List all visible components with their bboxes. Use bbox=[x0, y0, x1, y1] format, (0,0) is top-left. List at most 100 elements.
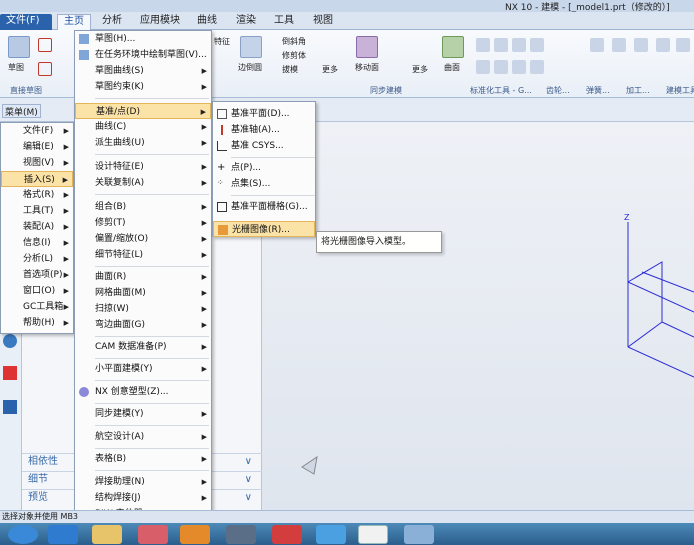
main-menu-item-view[interactable]: 视图(V) ▶ bbox=[1, 155, 73, 171]
insert-sketch[interactable]: 草图(H)... bbox=[75, 31, 211, 47]
paint-icon[interactable] bbox=[404, 525, 434, 544]
main-menu-item-tools[interactable]: 工具(T) ▶ bbox=[1, 203, 73, 219]
tab-curve[interactable]: 曲线 bbox=[191, 14, 223, 30]
surface-icon[interactable] bbox=[442, 36, 464, 58]
insert-surface[interactable]: 曲面(R) ▶ bbox=[75, 269, 211, 285]
edge-blend-icon[interactable] bbox=[240, 36, 262, 58]
rectangle-icon[interactable] bbox=[38, 62, 52, 76]
tab-home[interactable]: 主页 bbox=[57, 14, 91, 30]
tab-file[interactable]: 文件(F) bbox=[0, 14, 52, 30]
menu-separator bbox=[95, 425, 209, 426]
tool-icon-12[interactable] bbox=[656, 38, 670, 52]
tab-analysis[interactable]: 分析 bbox=[96, 14, 128, 30]
main-menu-item-assembly[interactable]: 装配(A) ▶ bbox=[1, 219, 73, 235]
tool-icon-11[interactable] bbox=[634, 38, 648, 52]
point-set-icon: ⁘ bbox=[217, 178, 224, 187]
nx-app-icon[interactable] bbox=[358, 525, 388, 544]
more-label-2[interactable]: 更多 bbox=[412, 64, 428, 75]
insert-design-feature[interactable]: 设计特征(E) ▶ bbox=[75, 159, 211, 175]
menu-button[interactable]: 菜单(M) bbox=[2, 104, 41, 118]
tool-icon-1[interactable] bbox=[476, 38, 490, 52]
main-menu-item-file[interactable]: 文件(F) ▶ bbox=[1, 123, 73, 139]
svg-text:Z: Z bbox=[624, 213, 630, 222]
folder-icon[interactable] bbox=[92, 525, 122, 544]
insert-cam-data-prep[interactable]: CAM 数据准备(P) ▶ bbox=[75, 339, 211, 355]
arc-icon[interactable] bbox=[38, 38, 52, 52]
clock-icon[interactable] bbox=[3, 334, 17, 348]
more-label-1[interactable]: 更多 bbox=[322, 64, 338, 75]
sketch-icon[interactable] bbox=[8, 36, 30, 58]
main-menu-item-edit[interactable]: 编辑(E) ▶ bbox=[1, 139, 73, 155]
insert-aero-design[interactable]: 航空设计(A) ▶ bbox=[75, 429, 211, 445]
tool-icon-13[interactable] bbox=[676, 38, 690, 52]
tab-view[interactable]: 视图 bbox=[307, 14, 339, 30]
tool-icon-9[interactable] bbox=[590, 38, 604, 52]
insert-sync-modeling[interactable]: 同步建模(Y) ▶ bbox=[75, 406, 211, 422]
insert-flange-surface[interactable]: 弯边曲面(G) ▶ bbox=[75, 317, 211, 333]
video-icon[interactable] bbox=[226, 525, 256, 544]
datum-axis-item[interactable]: 基准轴(A)... bbox=[213, 122, 315, 138]
insert-sweep[interactable]: 扫掠(W) ▶ bbox=[75, 301, 211, 317]
sketch-label: 草图 bbox=[8, 63, 24, 72]
insert-curve[interactable]: 曲线(C) ▶ bbox=[75, 119, 211, 135]
task-sketch-icon bbox=[79, 50, 89, 60]
insert-table[interactable]: 表格(B) ▶ bbox=[75, 451, 211, 467]
move-face-icon[interactable] bbox=[356, 36, 378, 58]
main-menu-item-help[interactable]: 帮助(H) ▶ bbox=[1, 315, 73, 331]
insert-datum-point[interactable]: 基准/点(D) ▶ bbox=[75, 103, 211, 119]
main-menu-item-analysis[interactable]: 分析(L) ▶ bbox=[1, 251, 73, 267]
insert-weld-assistant[interactable]: 焊接助理(N) ▶ bbox=[75, 474, 211, 490]
spring-group-label: 弹簧... bbox=[586, 86, 610, 95]
insert-derived-curve[interactable]: 派生曲线(U) ▶ bbox=[75, 135, 211, 151]
tool-icon-8[interactable] bbox=[530, 60, 544, 74]
browser-icon[interactable] bbox=[316, 525, 346, 544]
datum-csys-item[interactable]: 基准 CSYS... bbox=[213, 138, 315, 154]
menu-separator bbox=[95, 403, 209, 404]
insert-associative-copy[interactable]: 关联复制(A) ▶ bbox=[75, 175, 211, 191]
tab-render[interactable]: 渲染 bbox=[230, 14, 262, 30]
insert-sketch-curve[interactable]: 草图曲线(S) ▶ bbox=[75, 63, 211, 79]
media-icon[interactable] bbox=[180, 525, 210, 544]
insert-detail-feature[interactable]: 细节特征(L) ▶ bbox=[75, 247, 211, 263]
insert-sketch-in-task[interactable]: 在任务环境中绘制草图(V)... bbox=[75, 47, 211, 63]
role-icon[interactable] bbox=[3, 400, 17, 414]
status-bar: 选择对象并使用 MB3 bbox=[0, 510, 694, 523]
insert-offset-scale[interactable]: 偏置/缩放(O) ▶ bbox=[75, 231, 211, 247]
main-menu-item-info[interactable]: 信息(I) ▶ bbox=[1, 235, 73, 251]
raster-image-item[interactable]: 光栅图像(R)... bbox=[213, 221, 315, 237]
main-menu-item-preferences[interactable]: 首选项(P) ▶ bbox=[1, 267, 73, 283]
tool-icon-4[interactable] bbox=[530, 38, 544, 52]
tool-icon-7[interactable] bbox=[512, 60, 526, 74]
tab-applications[interactable]: 应用模块 bbox=[134, 14, 186, 30]
graphics-window[interactable]: Z bbox=[262, 122, 694, 510]
ie-icon[interactable] bbox=[48, 525, 78, 544]
point-set-item[interactable]: ⁘ 点集(S)... bbox=[213, 176, 315, 192]
app-icon[interactable] bbox=[138, 525, 168, 544]
main-menu-item-gc-toolkit[interactable]: GC工具箱 ▶ bbox=[1, 299, 73, 315]
tool-icon-6[interactable] bbox=[494, 60, 508, 74]
tool-icon-2[interactable] bbox=[494, 38, 508, 52]
tool-icon-5[interactable] bbox=[476, 60, 490, 74]
main-menu: 文件(F) ▶ 编辑(E) ▶ 视图(V) ▶ 插入(S) ▶ 格式(R) ▶ 工具(T)… bbox=[0, 122, 74, 334]
main-menu-item-window[interactable]: 窗口(O) ▶ bbox=[1, 283, 73, 299]
chevron-down-icon: ∨ bbox=[244, 492, 252, 503]
insert-nx-realize-shape[interactable]: NX 创意塑型(Z)... bbox=[75, 384, 211, 400]
raster-image-icon bbox=[218, 225, 228, 235]
tool-icon-10[interactable] bbox=[612, 38, 626, 52]
insert-mesh-surface[interactable]: 网格曲面(M) ▶ bbox=[75, 285, 211, 301]
insert-facet-modeling[interactable]: 小平面建模(Y) ▶ bbox=[75, 361, 211, 377]
datum-plane-item[interactable]: 基准平面(D)... bbox=[213, 106, 315, 122]
insert-sketch-constraint[interactable]: 草图约束(K) ▶ bbox=[75, 79, 211, 95]
datum-plane-grid-item[interactable]: 基准平面栅格(G)... bbox=[213, 199, 315, 215]
palette-icon[interactable] bbox=[3, 366, 17, 380]
tab-tools[interactable]: 工具 bbox=[268, 14, 300, 30]
main-menu-item-insert[interactable]: 插入(S) ▶ bbox=[1, 171, 73, 187]
insert-structure-weld[interactable]: 结构焊接(J) ▶ bbox=[75, 490, 211, 506]
player-icon[interactable] bbox=[272, 525, 302, 544]
point-item[interactable]: + 点(P)... bbox=[213, 160, 315, 176]
main-menu-item-format[interactable]: 格式(R) ▶ bbox=[1, 187, 73, 203]
insert-combine[interactable]: 组合(B) ▶ bbox=[75, 199, 211, 215]
start-icon[interactable] bbox=[8, 525, 38, 544]
insert-trim[interactable]: 修剪(T) ▶ bbox=[75, 215, 211, 231]
tool-icon-3[interactable] bbox=[512, 38, 526, 52]
